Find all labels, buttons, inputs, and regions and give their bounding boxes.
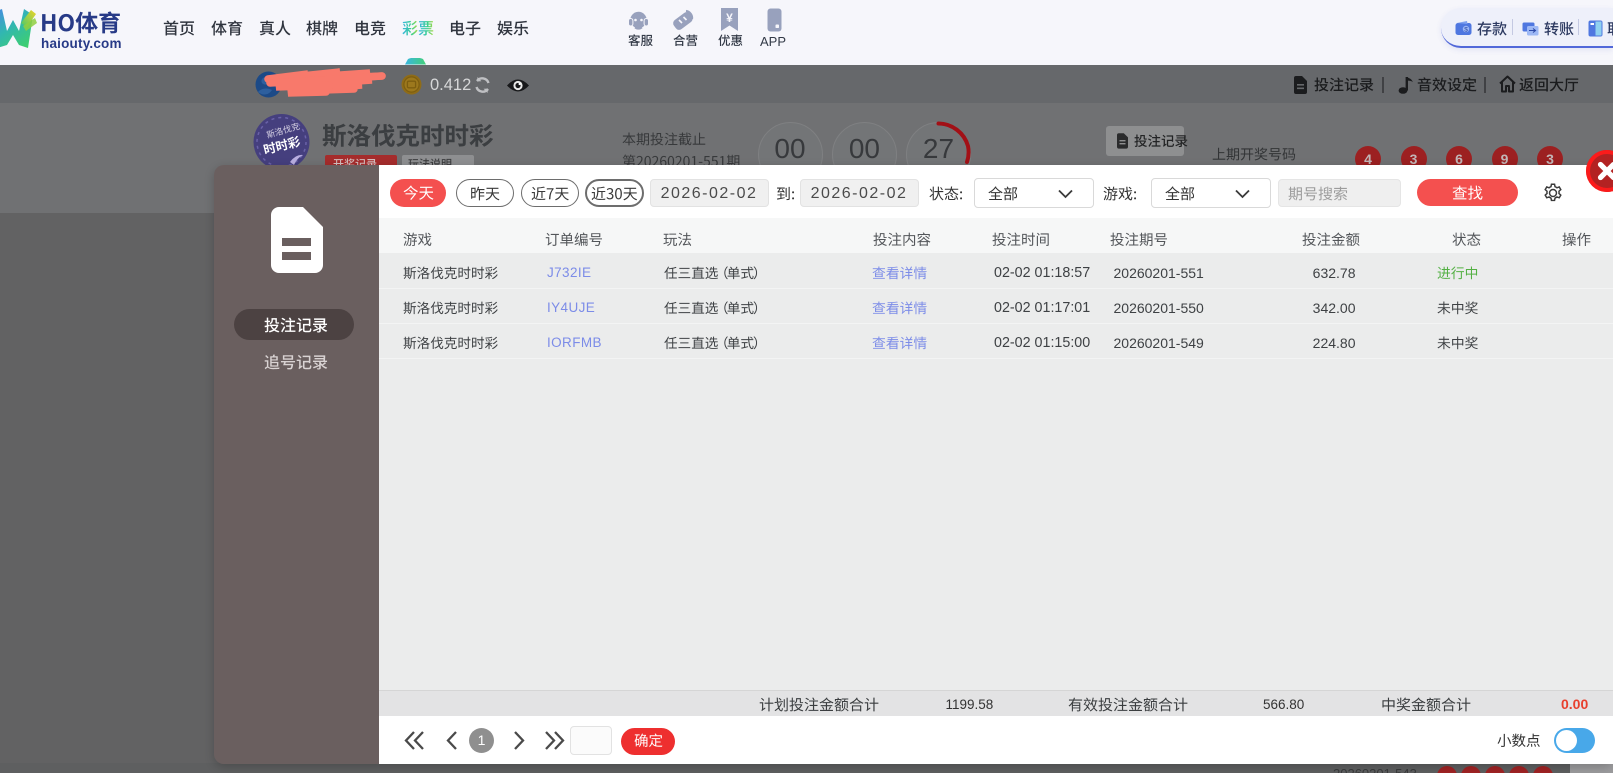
svg-text:$: $ [1464,27,1468,34]
svg-text:¥: ¥ [726,11,733,25]
